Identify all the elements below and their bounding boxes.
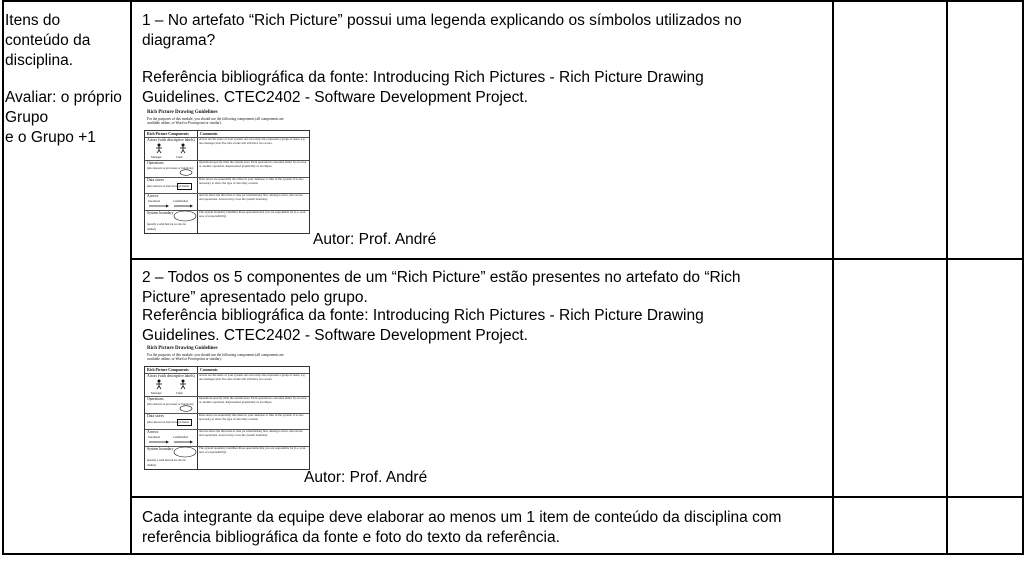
reference-2: Referência bibliográfica da fonte: Intro…: [142, 307, 704, 344]
author-2: Autor: Prof. André: [304, 469, 428, 486]
photo-title: Rich Picture Drawing Guidelines: [147, 346, 218, 351]
row-divider-2: [131, 496, 1024, 498]
photo-store-box: Clients: [177, 419, 193, 426]
photo-component: Arrows: [147, 194, 159, 198]
photo-comment: The system boundary identifies those ope…: [199, 210, 306, 218]
instruction-note: Cada integrante da equipe deve elaborar …: [142, 509, 782, 546]
photo-actor-label: Manager: [151, 391, 162, 395]
photo-comment: Arrows show the direction of data (or in…: [199, 429, 303, 437]
photo-comment: Actors are the users of your system. An …: [199, 137, 306, 145]
photo-store-box: Clients: [177, 183, 193, 190]
evaluate-label: Avaliar: o próprio Grupo e o Grupo +1: [5, 89, 122, 146]
photo-comment: Data stores are essentially the tables i…: [199, 177, 304, 185]
photo-comment: Arrows show the direction of data (or in…: [199, 193, 303, 201]
photo-actor-label: Manager: [151, 155, 162, 159]
photo-intro: For the purposes of this module, you sho…: [147, 117, 284, 126]
boundary-cloud-icon: [173, 446, 197, 458]
table-right-border: [1022, 0, 1024, 555]
photo-comment: Operations specify what the system does.…: [199, 396, 307, 404]
boundary-cloud-icon: [173, 210, 197, 222]
photo-component: System boundary: [147, 211, 174, 215]
question-2: 2 – Todos os 5 componentes de um “Rich P…: [142, 269, 741, 306]
photo-component: Operations: [147, 397, 164, 401]
row-divider-1: [131, 258, 1024, 260]
photo-component: Actors (with descriptive labels): [147, 138, 195, 142]
actor-figures-icon: [156, 143, 186, 154]
table-bottom-border: [2, 553, 1024, 555]
photo-actor-label: Clerk: [176, 155, 183, 159]
photo-intro: For the purposes of this module, you sho…: [147, 353, 284, 362]
photo-component: System boundary: [147, 447, 174, 451]
photo-comment: Operations specify what the system does.…: [199, 160, 307, 168]
column-divider-2: [832, 0, 834, 555]
reference-1: Referência bibliográfica da fonte: Intro…: [142, 69, 704, 106]
photo-title: Rich Picture Drawing Guidelines: [147, 110, 218, 115]
photo-note: (also known as data stores): [147, 184, 180, 188]
photo-component: Operations: [147, 161, 164, 165]
photo-table: Rich Picture Components Comments Actors …: [144, 366, 310, 470]
photo-component: Arrows: [147, 430, 159, 434]
column-divider-3: [946, 0, 948, 555]
table-left-border: [2, 0, 4, 555]
author-1: Autor: Prof. André: [313, 231, 437, 248]
column-divider-1: [130, 0, 132, 555]
arrow-icon: [149, 204, 193, 208]
arrow-icon: [149, 440, 193, 444]
photo-comment: Data stores are essentially the tables i…: [199, 413, 304, 421]
photo-note: (usually a solid line but are also be da…: [147, 459, 186, 467]
photo-actor-label: Clerk: [176, 391, 183, 395]
photo-component: Data stores: [147, 414, 164, 418]
reference-photo-2: Rich Picture Drawing Guidelines For the …: [142, 346, 310, 470]
photo-comment: Actors are the users of your system. An …: [199, 373, 306, 381]
photo-note: (usually a solid line but are also be da…: [147, 223, 186, 231]
photo-note: (also known as data stores): [147, 420, 180, 424]
photo-component: Data stores: [147, 178, 164, 182]
operation-ellipse-icon: [179, 405, 193, 412]
actor-figures-icon: [156, 379, 186, 390]
photo-table: Rich Picture Components Comments Actors …: [144, 130, 310, 234]
table-top-border: [2, 0, 1024, 2]
photo-comment: The system boundary identifies those ope…: [199, 446, 306, 454]
photo-component: Actors (with descriptive labels): [147, 374, 195, 378]
reference-photo-1: Rich Picture Drawing Guidelines For the …: [142, 110, 310, 234]
items-label: Itens do conteúdo da disciplina.: [5, 12, 91, 69]
question-1: 1 – No artefato “Rich Picture” possui um…: [142, 12, 742, 49]
operation-ellipse-icon: [179, 169, 193, 176]
